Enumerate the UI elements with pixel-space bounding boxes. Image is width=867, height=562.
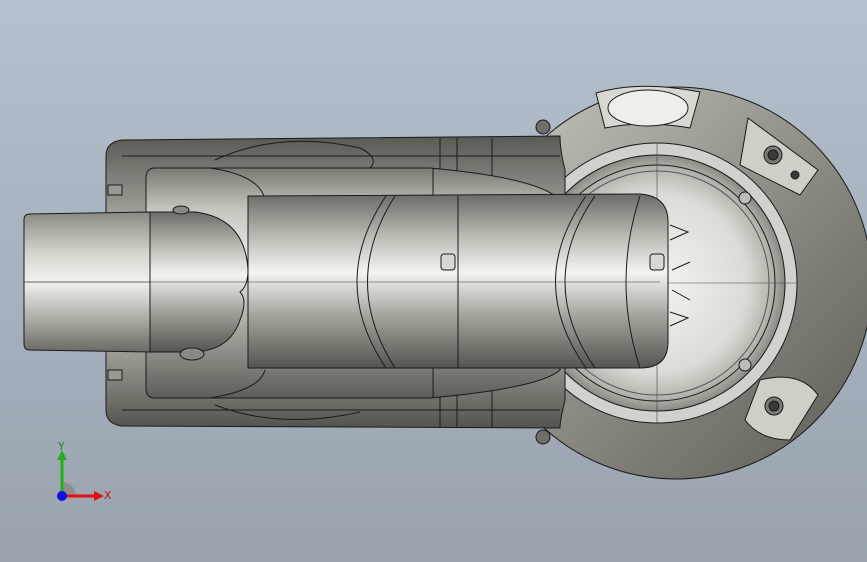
forearm	[247, 193, 669, 369]
y-axis-label: Y	[57, 440, 65, 453]
x-axis-label: X	[104, 489, 112, 502]
graphics-viewport[interactable]: Y X	[0, 0, 867, 562]
cad-model[interactable]	[0, 0, 867, 562]
coordinate-triad: Y X	[57, 440, 112, 502]
z-axis-icon	[57, 491, 67, 501]
x-axis-head-icon	[94, 491, 104, 501]
